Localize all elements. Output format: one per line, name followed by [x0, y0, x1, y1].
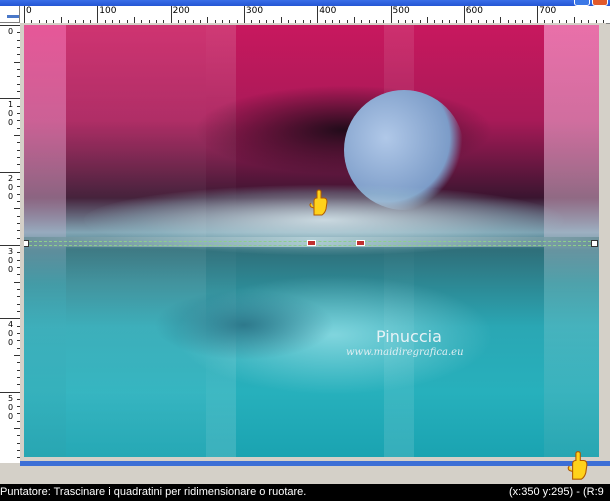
status-hint: Puntatore: Trascinare i quadratini per r… [0, 486, 307, 498]
ruler-major-tick [0, 244, 20, 246]
ruler-v-label: 1 [8, 100, 14, 110]
image-canvas[interactable]: Pinuccia www.maidiregrafica.eu [24, 25, 599, 457]
ruler-v-label: 0 [8, 191, 14, 201]
ruler-v-label: 4 [8, 320, 14, 330]
ruler-h-label: 700 [539, 6, 557, 16]
ruler-major-tick [97, 6, 99, 23]
status-bar: Puntatore: Trascinare i quadratini per r… [0, 484, 610, 501]
ruler-h-label: 300 [245, 6, 264, 16]
vertical-ruler: 0100200300400500 [0, 23, 21, 463]
ruler-major-tick [24, 6, 25, 23]
ruler-major-tick [0, 98, 20, 100]
ruler-major-tick [390, 6, 392, 23]
horizontal-ruler: 0 100 200 300 400 500 600 700 [20, 6, 610, 24]
ruler-v-label: 0 [8, 118, 14, 128]
status-coordinates: (x:350 y:295) - (R:9 [509, 486, 604, 498]
ruler-h-label: 600 [465, 6, 483, 16]
ruler-h-label: 500 [392, 6, 410, 16]
pointer-hand-icon [309, 189, 328, 216]
watermark-url: www.maidiregrafica.eu [346, 347, 464, 358]
ruler-v-label: 0 [8, 27, 14, 36]
ruler-v-label: 3 [8, 246, 14, 256]
ruler-v-label: 0 [8, 109, 14, 119]
ruler-v-label: 0 [8, 255, 14, 265]
canvas-area[interactable]: Pinuccia www.maidiregrafica.eu [20, 23, 606, 461]
ruler-major-tick [170, 6, 172, 23]
ruler-major-tick [0, 25, 20, 26]
ruler-major-tick [243, 6, 245, 23]
ruler-v-label: 0 [8, 402, 14, 412]
ruler-h-label: 100 [99, 6, 117, 16]
selection-node-center[interactable] [307, 240, 316, 246]
selection-handle-left[interactable] [24, 240, 29, 247]
ruler-h-label: 0 [26, 6, 32, 16]
ruler-v-label: 0 [8, 182, 14, 192]
ruler-corner-marker [7, 15, 19, 18]
ruler-v-label: 0 [8, 338, 14, 348]
pointer-hand-icon [567, 451, 588, 480]
ruler-major-tick [537, 6, 539, 23]
ruler-v-label: 0 [8, 411, 14, 421]
ruler-major-tick [317, 6, 319, 23]
ruler-h-label: 400 [319, 6, 337, 16]
ruler-major-tick [0, 171, 20, 173]
ruler-v-label: 0 [8, 329, 14, 339]
selection-handle-right[interactable] [591, 240, 598, 247]
ruler-v-label: 5 [8, 393, 14, 403]
selection-node-rotate[interactable] [356, 240, 365, 246]
watermark-title: Pinuccia [376, 327, 442, 346]
ruler-h-label: 200 [172, 6, 190, 16]
horizontal-scrollbar[interactable] [20, 461, 610, 466]
ruler-corner [0, 6, 20, 23]
ruler-major-tick [0, 318, 20, 320]
ruler-major-tick [463, 6, 465, 23]
ruler-major-tick [0, 391, 20, 393]
ruler-v-label: 2 [8, 173, 14, 183]
rock-shape [154, 290, 334, 360]
ruler-v-label: 0 [8, 264, 14, 274]
